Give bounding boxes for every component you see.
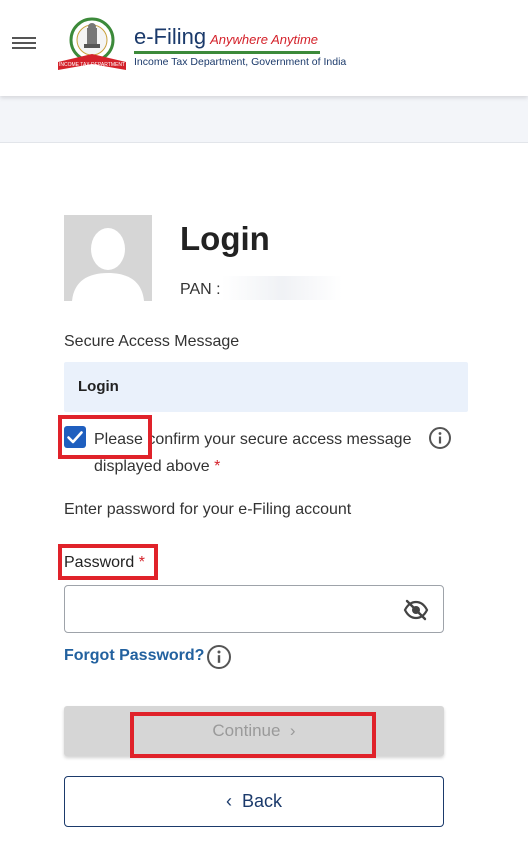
brand-name: e-Filing	[134, 24, 207, 49]
forgot-password-link[interactable]: Forgot Password?	[64, 647, 204, 665]
confirm-checkbox[interactable]	[64, 426, 86, 448]
secure-access-message: Login	[78, 378, 119, 395]
brand: e-Filing Anywhere Anytime Income Tax Depa…	[134, 24, 346, 68]
info-icon[interactable]	[428, 426, 452, 450]
password-required-mark: *	[138, 554, 145, 571]
continue-label: Continue	[212, 721, 281, 740]
income-tax-logo[interactable]: INCOME TAX DEPARTMENT	[54, 16, 130, 74]
secure-access-label: Secure Access Message	[64, 333, 240, 350]
brand-tagline: Anywhere Anytime	[210, 32, 319, 47]
chevron-left-icon: ‹	[225, 791, 232, 811]
confirm-required-mark: *	[214, 458, 221, 475]
back-label: Back	[241, 791, 283, 811]
confirm-text: Please confirm your secure access messag…	[94, 426, 424, 480]
checkmark-icon	[67, 431, 83, 444]
user-avatar	[64, 215, 152, 301]
password-label-text: Password	[64, 554, 135, 571]
pan-label: PAN :	[180, 281, 221, 298]
password-label: Password *	[64, 554, 145, 572]
secure-access-message-box: Login	[64, 362, 468, 412]
confirm-label: Please confirm your secure access messag…	[94, 431, 412, 475]
pan-value-masked	[222, 276, 342, 300]
brand-underline	[134, 51, 320, 54]
chevron-right-icon: ›	[289, 721, 296, 740]
logo-text: INCOME TAX DEPARTMENT	[59, 62, 125, 68]
eye-off-icon[interactable]	[403, 598, 429, 622]
enter-password-text: Enter password for your e-Filing account	[64, 501, 352, 518]
password-input[interactable]	[75, 596, 395, 622]
sub-header-bar	[0, 96, 528, 143]
info-icon[interactable]	[206, 644, 232, 670]
back-button[interactable]: ‹ Back	[64, 776, 444, 827]
menu-icon[interactable]	[12, 34, 36, 54]
continue-button[interactable]: Continue ›	[64, 706, 444, 756]
page-title: Login	[180, 220, 270, 257]
header: INCOME TAX DEPARTMENT e-Filing Anywhere A…	[0, 0, 528, 96]
brand-title: e-Filing Anywhere Anytime	[134, 24, 346, 50]
password-field[interactable]	[64, 585, 444, 633]
brand-subtitle: Income Tax Department, Government of Ind…	[134, 56, 347, 68]
